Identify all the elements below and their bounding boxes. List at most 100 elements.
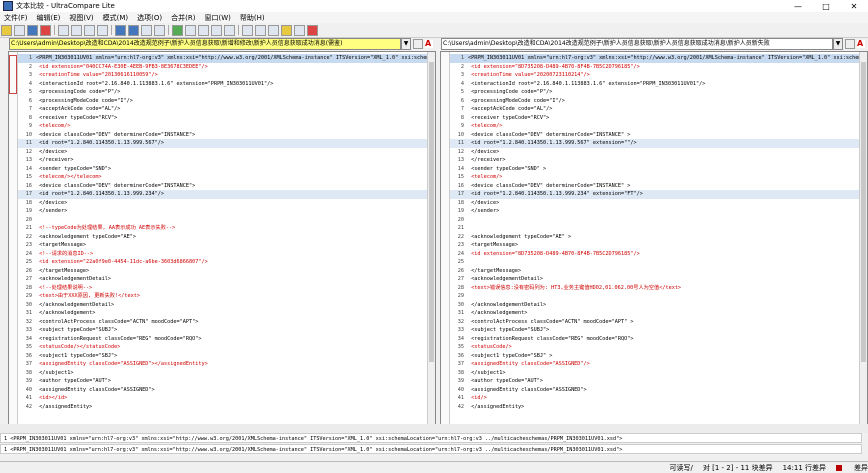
save-icon[interactable] — [14, 24, 25, 36]
code-line[interactable]: 18 </device> — [18, 199, 427, 208]
code-line[interactable]: 23 <targetMessage> — [18, 241, 427, 250]
settings-icon[interactable] — [294, 24, 305, 36]
code-line[interactable]: 13 </receiver> — [450, 156, 859, 165]
chevron-down-icon[interactable]: ▼ — [401, 38, 411, 50]
code-line[interactable]: 30 </acknowledgementDetail> — [450, 301, 859, 310]
menu-mode[interactable]: 模式(M) — [103, 13, 129, 23]
code-line[interactable]: 6 <processingModeCode code="I"/> — [18, 97, 427, 106]
code-line[interactable]: 29 — [450, 292, 859, 301]
code-line[interactable]: 33 <subject typeCode="SUBJ"> — [18, 326, 427, 335]
code-line[interactable]: 32 <controlActProcess classCode="ACTN" m… — [450, 318, 859, 327]
code-line[interactable]: 26 </targetMessage> — [450, 267, 859, 276]
last-diff-icon[interactable] — [97, 24, 108, 36]
right-compare-pane[interactable]: 1 <PRPM_IN303011UV01 xmlns="urn:hl7-org:v… — [440, 51, 868, 426]
code-line[interactable]: 37 <assignedEntity classCode="ASSIGNED"/… — [450, 360, 859, 369]
font-icon[interactable]: A — [857, 40, 865, 48]
code-line[interactable]: 1 <PRPM_IN303011UV01 xmlns="urn:hl7-org:v… — [450, 54, 859, 63]
save-left-icon[interactable] — [242, 24, 253, 36]
code-line[interactable]: 42 </assignedEntity> — [450, 403, 859, 412]
code-line[interactable]: 9 <telecom/> — [18, 122, 427, 131]
code-line[interactable]: 20 — [450, 216, 859, 225]
code-line[interactable]: 14 <sender typeCode="SND" > — [450, 165, 859, 174]
stop-icon[interactable] — [40, 24, 51, 36]
menu-help[interactable]: 帮助(H) — [240, 13, 265, 23]
bookmark-icon[interactable] — [281, 24, 292, 36]
find-icon[interactable] — [211, 24, 222, 36]
scroll-thumb[interactable] — [861, 62, 866, 362]
code-line[interactable]: 12 </device> — [18, 148, 427, 157]
code-line[interactable]: 2 <id extension="040CC74A-E30E-4EEB-9FB3… — [18, 63, 427, 72]
menu-options[interactable]: 选项(O) — [137, 13, 162, 23]
code-line[interactable]: 26 </targetMessage> — [18, 267, 427, 276]
code-line[interactable]: 30 </acknowledgementDetail> — [18, 301, 427, 310]
code-line[interactable]: 16 <device classCode="DEV" determinerCod… — [18, 182, 427, 191]
ignore-case-icon[interactable] — [141, 24, 152, 36]
code-line[interactable]: 32 <controlActProcess classCode="ACTN" m… — [18, 318, 427, 327]
close-icon[interactable]: ✕ — [840, 2, 868, 11]
code-line[interactable]: 38 </subject1> — [450, 369, 859, 378]
code-line[interactable]: 6 <processingModeCode code="I"/> — [450, 97, 859, 106]
code-line[interactable]: 17 <id root="1.2.840.114350.1.13.999.234… — [450, 190, 859, 199]
save-right-icon[interactable] — [255, 24, 266, 36]
code-line[interactable]: 39 <author typeCode="AUT"> — [450, 377, 859, 386]
code-line[interactable]: 5 <processingCode code="P"/> — [18, 88, 427, 97]
code-line[interactable]: 17 <id root="1.2.840.114350.1.13.999.234… — [18, 190, 427, 199]
code-line[interactable]: 7 <acceptAckCode code="AL"/> — [18, 105, 427, 114]
code-line[interactable]: 22 <acknowledgement typeCode="AE"> — [18, 233, 427, 242]
code-line[interactable]: 28 <text>错误信息:没有密码列为: HT3,业务主键值HD02,01.0… — [450, 284, 859, 293]
copy-icon[interactable] — [185, 24, 196, 36]
paste-icon[interactable] — [198, 24, 209, 36]
code-line[interactable]: 2 <id extension="8D735208-D489-4B70-8F4B… — [450, 63, 859, 72]
code-line[interactable]: 11 <id root="1.2.840.114350.1.13.999.567… — [450, 139, 859, 148]
menu-view[interactable]: 视图(V) — [69, 13, 93, 23]
code-line[interactable]: 4 <interactionId root="2.16.840.1.113883… — [450, 80, 859, 89]
code-line[interactable]: 41 <id/> — [450, 394, 859, 403]
code-line[interactable]: 21 <!--typeCode为处理结果, AA表示成功 AE表示失败--> — [18, 224, 427, 233]
code-line[interactable]: 25 <id extension="22a0f9e0-4454-11dc-a6b… — [18, 258, 427, 267]
code-line[interactable]: 4 <interactionId root="2.16.840.1.113883… — [18, 80, 427, 89]
code-line[interactable]: 28 <!--处理结果说明--> — [18, 284, 427, 293]
code-line[interactable]: 35 <statusCode/></statusCode> — [18, 343, 427, 352]
horizontal-scrollbar[interactable] — [0, 424, 868, 433]
menu-file[interactable]: 文件(F) — [4, 13, 28, 23]
code-line[interactable]: 3 <creationTime value="20200723110214"/> — [450, 71, 859, 80]
code-line[interactable]: 11 <id root="1.2.840.114350.1.13.999.567… — [18, 139, 427, 148]
code-line[interactable]: 36 <subject1 typeCode="SBJ" > — [450, 352, 859, 361]
right-path-input[interactable]: C:\Users\admin\Desktop\改造和CDA\2014改造规范例子… — [441, 38, 833, 50]
code-line[interactable]: 31 </acknowledgement> — [450, 309, 859, 318]
ignore-space-icon[interactable] — [154, 24, 165, 36]
chevron-down-icon[interactable]: ▼ — [833, 38, 843, 50]
code-line[interactable]: 34 <registrationRequest classCode="REG" … — [18, 335, 427, 344]
code-line[interactable]: 27 <acknowledgementDetail> — [450, 275, 859, 284]
code-line[interactable]: 10 <device classCode="DEV" determinerCod… — [18, 131, 427, 140]
merge-right-icon[interactable] — [128, 24, 139, 36]
code-line[interactable]: 37 <assignedEntity classCode="ASSIGNED">… — [18, 360, 427, 369]
left-compare-pane[interactable]: 1 <PRPM_IN303011UV01 xmlns="urn:hl7-org:v… — [8, 51, 436, 426]
code-line[interactable]: 12 </device> — [450, 148, 859, 157]
code-line[interactable]: 13 </receiver> — [18, 156, 427, 165]
code-line[interactable]: 1 <PRPM_IN303011UV01 xmlns="urn:hl7-org:v… — [18, 54, 427, 63]
code-line[interactable]: 19 </sender> — [18, 207, 427, 216]
code-line[interactable]: 8 <receiver typeCode="RCV"> — [18, 114, 427, 123]
code-line[interactable]: 35 <statusCode/> — [450, 343, 859, 352]
code-line[interactable]: 40 <assignedEntity classCode="ASSIGNED"> — [18, 386, 427, 395]
font-icon[interactable]: A — [425, 40, 433, 48]
replace-icon[interactable] — [224, 24, 235, 36]
code-line[interactable]: 41 <id></id> — [18, 394, 427, 403]
code-line[interactable]: 39 <author typeCode="AUT"> — [18, 377, 427, 386]
code-line[interactable]: 20 — [18, 216, 427, 225]
code-line[interactable]: 7 <acceptAckCode code="AL"/> — [450, 105, 859, 114]
code-line[interactable]: 14 <sender typeCode="SND"> — [18, 165, 427, 174]
refresh-icon[interactable] — [27, 24, 38, 36]
menu-merge[interactable]: 合并(R) — [171, 13, 195, 23]
browse-icon[interactable] — [413, 39, 423, 49]
menu-window[interactable]: 窗口(W) — [204, 13, 230, 23]
code-line[interactable]: 38 </subject1> — [18, 369, 427, 378]
code-line[interactable]: 33 <subject typeCode="SUBJ"> — [450, 326, 859, 335]
prev-diff-icon[interactable] — [71, 24, 82, 36]
first-diff-icon[interactable] — [58, 24, 69, 36]
menu-edit[interactable]: 编辑(E) — [37, 13, 61, 23]
code-line[interactable]: 10 <device classCode="DEV" determinerCod… — [450, 131, 859, 140]
help-icon[interactable] — [307, 24, 318, 36]
right-vertical-scrollbar[interactable] — [859, 52, 867, 425]
